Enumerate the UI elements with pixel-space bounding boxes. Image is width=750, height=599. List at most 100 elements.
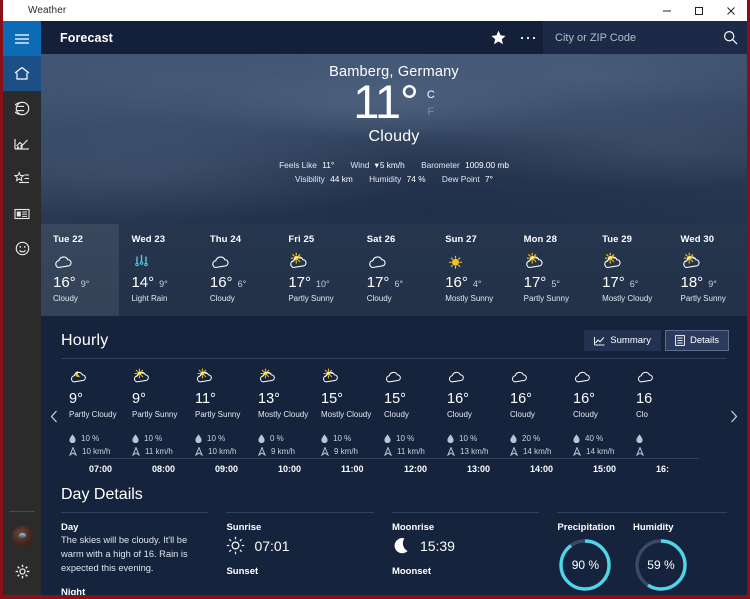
- weather-icon-light-rain: [135, 254, 149, 266]
- daily-card[interactable]: Sat 26 17° 6° Cloudy: [355, 224, 433, 316]
- hourly-precip: 10 %: [447, 432, 510, 445]
- hourly-condition: Mostly Cloudy: [321, 410, 372, 419]
- daily-temps: 16° 9°: [53, 274, 119, 291]
- hourly-card[interactable]: 13° Mostly Cloudy 0 % 9 km/h: [258, 359, 321, 458]
- search-submit-button[interactable]: [713, 21, 747, 54]
- chevron-left-icon: [50, 410, 57, 422]
- daily-card[interactable]: Fri 25 17° 10° Partly Sunny: [276, 224, 354, 316]
- daily-card[interactable]: Sun 27 16° 4° Mostly Sunny: [433, 224, 511, 316]
- minimize-button[interactable]: [651, 0, 683, 21]
- precipitation-drop-icon: [384, 434, 391, 443]
- hourly-precip-value: 20 %: [522, 434, 541, 443]
- page-title: Forecast: [60, 30, 113, 45]
- hourly-time-label: 13:00: [467, 464, 491, 474]
- column-divider: [61, 512, 209, 513]
- weather-icon-cloudy: [512, 371, 527, 383]
- daily-card[interactable]: Wed 30 18° 9° Partly Sunny: [669, 224, 747, 316]
- hamburger-menu-button[interactable]: [3, 21, 41, 56]
- hourly-next-button[interactable]: [725, 403, 743, 429]
- hourly-weather-icon: [321, 368, 384, 386]
- day-description: The skies will be cloudy. It'll be warm …: [61, 535, 188, 573]
- sidebar-item-send-feedback[interactable]: [3, 231, 41, 266]
- daily-weather-icon: [681, 250, 747, 272]
- hourly-wind-value: 14 km/h: [586, 447, 615, 456]
- day-heading: Day: [61, 522, 79, 533]
- hourly-weather-icon: [258, 368, 321, 386]
- settings-button[interactable]: [3, 554, 41, 589]
- stats-row-2: Visibility 44 km Humidity 74 % Dew Point…: [41, 172, 747, 187]
- moon-column: Moonrise 15:39 Moonset: [391, 504, 557, 595]
- hourly-precip-value: 10 %: [333, 434, 352, 443]
- hourly-precip: 10 %: [132, 432, 195, 445]
- hourly-precip-value: 10 %: [207, 434, 226, 443]
- stat-feels-like: Feels Like 11°: [279, 158, 334, 173]
- summary-button[interactable]: Summary: [584, 330, 661, 351]
- daily-day-label: Wed 23: [131, 234, 166, 245]
- daily-card[interactable]: Thu 24 16° 6° Cloudy: [198, 224, 276, 316]
- close-button[interactable]: [715, 0, 747, 21]
- sidebar-item-forecast[interactable]: [3, 56, 41, 91]
- details-button[interactable]: Details: [664, 330, 729, 351]
- hourly-wind: 11 km/h: [132, 445, 195, 458]
- hourly-precip: 10 %: [69, 432, 132, 445]
- sunrise-time: 07:01: [254, 537, 290, 554]
- hourly-metrics: 10 % 11 km/h: [132, 432, 195, 458]
- search-input[interactable]: [543, 31, 713, 44]
- main-panel: Forecast City or ZIP Code Bamberg, Germa…: [41, 21, 747, 595]
- more-options-button[interactable]: [513, 21, 543, 54]
- unit-celsius-button[interactable]: C: [427, 87, 435, 104]
- search-box[interactable]: [543, 21, 747, 54]
- news-icon: [14, 208, 30, 219]
- moonrise-label: Moonrise: [391, 522, 435, 533]
- hourly-card[interactable]: 15° Cloudy 10 % 11 km/h: [384, 359, 447, 458]
- daily-card[interactable]: Tue 22 16° 9° Cloudy: [41, 224, 120, 316]
- stat-wind: Wind ▾5 km/h: [350, 158, 404, 173]
- hourly-card[interactable]: 11° Partly Sunny 10 % 10 km/h: [195, 359, 258, 458]
- hourly-card[interactable]: 16° Cloudy 40 % 14 km/h: [573, 359, 636, 458]
- hourly-card[interactable]: 15° Mostly Cloudy 10 % 9 km/h: [321, 359, 384, 458]
- daily-card[interactable]: Wed 23 14° 9° Light Rain: [119, 224, 197, 316]
- weather-icon-partly-cloudy-night: [71, 371, 86, 383]
- stat-label: Barometer: [421, 159, 460, 170]
- precipitation-drop-icon: [195, 434, 202, 443]
- daily-temps: 16° 4°: [445, 274, 511, 291]
- temperature-row: 11° C F: [41, 78, 747, 126]
- hourly-weather-icon: [573, 368, 636, 386]
- hourly-card[interactable]: 9° Partly Sunny 10 % 11 km/h: [132, 359, 195, 458]
- stat-value: 11°: [322, 159, 335, 170]
- unit-fahrenheit-button[interactable]: F: [427, 104, 435, 121]
- hourly-time-label: 15:00: [593, 464, 617, 474]
- current-condition: Cloudy: [368, 127, 420, 145]
- hourly-wind-value: 13 km/h: [460, 447, 489, 456]
- hourly-metrics: 10 % 10 km/h: [69, 432, 132, 458]
- hourly-card[interactable]: 16° Cloudy 10 % 13 km/h: [447, 359, 510, 458]
- weather-app-window: Weather Forecast City or ZIP Code Bamber…: [3, 0, 747, 595]
- hourly-temp: 15°: [321, 391, 343, 407]
- night-heading: Night: [61, 586, 86, 595]
- weather-icon-partly-sunny: [604, 252, 621, 268]
- favorite-button[interactable]: [483, 21, 513, 54]
- hourly-temp: 11°: [195, 391, 216, 407]
- daily-temps: 17° 10°: [288, 274, 354, 291]
- daily-temps: 14° 9°: [131, 274, 197, 291]
- sidebar-item-favorites[interactable]: [3, 161, 41, 196]
- app-header: Forecast: [41, 21, 747, 54]
- hourly-prev-button[interactable]: [45, 403, 63, 429]
- stat-label: Dew Point: [441, 174, 480, 185]
- wind-direction-icon: ▾: [374, 159, 379, 170]
- hourly-card[interactable]: 9° Partly Cloudy 10 % 10 km/h: [69, 359, 132, 458]
- daily-high: 16°: [209, 274, 233, 291]
- hourly-card[interactable]: 16 Clo: [636, 359, 699, 458]
- account-button[interactable]: [3, 518, 41, 554]
- sidebar-item-maps[interactable]: [3, 91, 41, 126]
- maximize-button[interactable]: [683, 0, 715, 21]
- hourly-precip-value: 10 %: [396, 434, 415, 443]
- sidebar-item-historical-weather[interactable]: [3, 126, 41, 161]
- sidebar-item-news[interactable]: [3, 196, 41, 231]
- precipitation-drop-icon: [321, 434, 328, 443]
- daily-card[interactable]: Tue 29 17° 6° Mostly Cloudy: [590, 224, 668, 316]
- hourly-condition: Partly Sunny: [195, 410, 241, 419]
- daily-card[interactable]: Mon 28 17° 5° Partly Sunny: [512, 224, 590, 316]
- hourly-card[interactable]: 16° Cloudy 20 % 14 km/h: [510, 359, 573, 458]
- smiley-icon: [15, 241, 29, 256]
